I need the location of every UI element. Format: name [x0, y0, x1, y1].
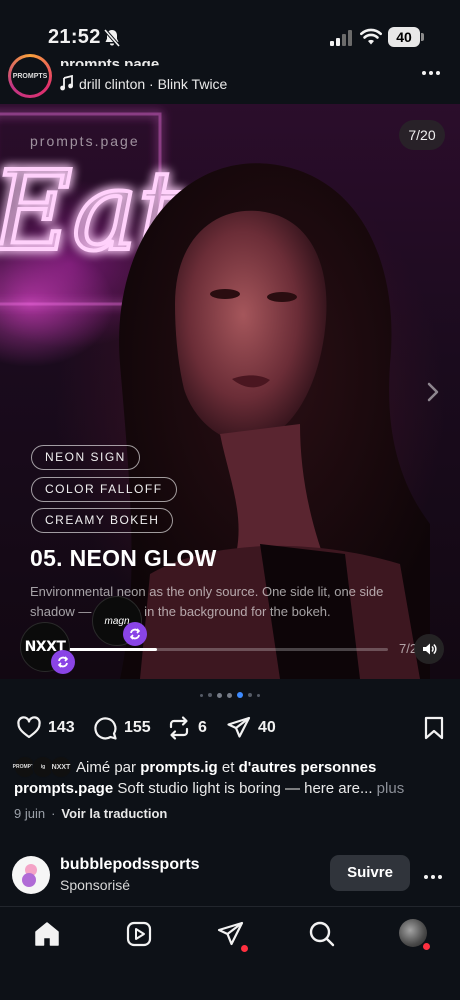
battery-icon: 40 — [388, 27, 420, 47]
liked-by-text: Aimé par prompts.ig et d'autres personne… — [76, 758, 377, 776]
comment-icon — [94, 717, 117, 740]
repost-icon — [169, 716, 189, 740]
post-actions: 143 155 6 40 — [0, 710, 460, 746]
sponsored-label: Sponsorisé — [60, 877, 131, 893]
repost-button[interactable]: 6 — [166, 714, 207, 742]
slide-body: Environmental neon as the only source. O… — [30, 584, 384, 619]
volume-button[interactable] — [414, 634, 444, 664]
comment-button[interactable]: 155 — [92, 714, 151, 742]
signal-icon — [330, 30, 352, 46]
follow-button[interactable]: Suivre — [330, 855, 410, 891]
liked-by-row[interactable]: PROMPTS ig NXXT Aimé par prompts.ig et d… — [13, 756, 454, 778]
tag-pill: CREAMY BOKEH — [31, 508, 174, 533]
notification-dot — [241, 945, 248, 952]
carousel-dot — [227, 692, 232, 698]
battery-cap — [421, 33, 424, 41]
mini-avatar: NXXT — [50, 756, 72, 778]
bottom-nav — [0, 907, 460, 1000]
status-time: 21:52 — [48, 26, 101, 48]
heart-icon — [17, 716, 41, 739]
profile-picture — [399, 919, 427, 947]
comment-count: 155 — [124, 719, 151, 736]
notification-dot — [423, 943, 430, 950]
share-count: 40 — [258, 719, 276, 736]
post-meta: 9 juin · Voir la traduction — [14, 806, 168, 821]
share-button[interactable]: 40 — [226, 714, 276, 742]
repost-count: 6 — [198, 719, 207, 736]
video-progress-fill — [62, 648, 157, 651]
repost-badge-icon — [51, 650, 75, 674]
search-icon[interactable] — [307, 919, 337, 949]
caption-username[interactable]: prompts.page — [14, 780, 113, 797]
status-bar: 21:52 40 — [0, 0, 460, 62]
liked-by-avatars: PROMPTS ig NXXT — [13, 756, 72, 778]
post-avatar-label: PROMPTS — [11, 57, 49, 95]
carousel-dot — [217, 692, 222, 698]
liked-by-others[interactable]: d'autres personnes — [239, 759, 377, 776]
bookmark-icon — [424, 716, 444, 740]
volume-icon — [423, 643, 437, 655]
video-progress-bar[interactable] — [62, 648, 388, 651]
video-time: 7/2 — [399, 641, 415, 656]
carousel-dot — [208, 693, 212, 697]
save-button[interactable] — [421, 714, 447, 742]
wifi-icon — [360, 28, 382, 45]
sponsored-username[interactable]: bubblepodssports — [60, 856, 200, 874]
music-note-icon — [60, 75, 73, 91]
repost-badge-icon — [123, 622, 147, 646]
chevron-right-icon[interactable] — [423, 380, 443, 404]
home-icon[interactable] — [32, 919, 62, 949]
carousel-dot-active — [237, 692, 243, 698]
slide-title: 05. NEON GLOW — [30, 545, 217, 571]
more-horizontal-icon[interactable] — [422, 866, 450, 880]
post-music[interactable]: drill clinton · Blink Twice — [79, 76, 227, 92]
reels-icon[interactable] — [124, 919, 154, 949]
carousel-counter: 7/20 — [399, 120, 445, 150]
post-date: 9 juin — [14, 806, 46, 821]
carousel-dot — [248, 693, 252, 697]
carousel-dot — [200, 693, 203, 697]
tag-pill: COLOR FALLOFF — [31, 477, 177, 502]
carousel-dot — [257, 693, 260, 697]
liked-by-user[interactable]: prompts.ig — [140, 759, 218, 776]
translate-link[interactable]: Voir la traduction — [61, 806, 167, 821]
post-media[interactable]: Eat prompts.page 7/20 NEON SIGN COLOR FA… — [0, 104, 460, 679]
sponsored-post-header: bubblepodssports Sponsorisé Suivre — [0, 848, 460, 900]
watermark-text: prompts.page — [30, 133, 140, 149]
direct-icon[interactable] — [216, 919, 248, 952]
profile-avatar[interactable] — [399, 919, 430, 950]
carousel-indicator — [0, 692, 460, 700]
sponsored-avatar[interactable] — [12, 856, 50, 894]
more-horizontal-icon[interactable] — [420, 62, 448, 82]
send-icon — [227, 716, 251, 738]
post-avatar[interactable]: PROMPTS — [8, 54, 52, 98]
post-header: PROMPTS prompts.page drill clinton · Bli… — [0, 54, 460, 134]
post-username[interactable]: prompts.page — [60, 56, 159, 66]
caption-text: Soft studio light is boring — here are..… — [117, 780, 373, 797]
bell-off-icon — [103, 28, 121, 48]
post-caption: prompts.page Soft studio light is boring… — [14, 780, 454, 797]
tag-pill: NEON SIGN — [31, 445, 140, 470]
like-count: 143 — [48, 719, 75, 736]
caption-more-link[interactable]: plus — [377, 780, 405, 797]
like-button[interactable]: 143 — [16, 714, 75, 742]
